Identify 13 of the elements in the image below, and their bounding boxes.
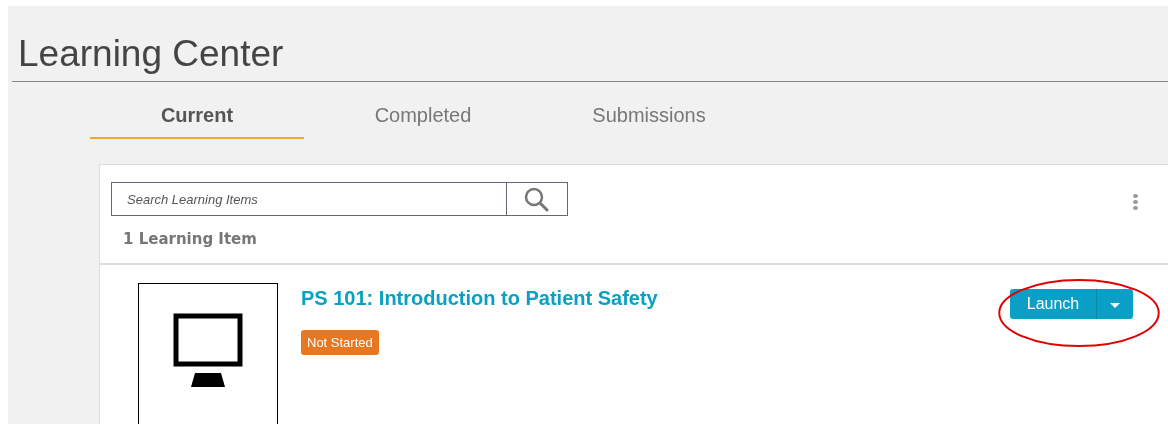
search-field[interactable]: Search Learning Items [111, 182, 506, 216]
tab[interactable]: Completed [316, 82, 530, 139]
page-title: Learning Center [17, 32, 285, 76]
course-title-link[interactable]: PS 101: Introduction to Patient Safety [301, 287, 658, 310]
tab[interactable]: Current [90, 82, 304, 139]
tab[interactable]: Submissions [542, 82, 756, 139]
status-badge: Not Started [301, 330, 379, 355]
dropdown-button[interactable] [1096, 289, 1133, 319]
search-icon [523, 186, 551, 212]
launch-button[interactable]: Launch [1010, 289, 1096, 319]
caret-icon [1110, 302, 1120, 309]
search-button[interactable] [506, 182, 568, 216]
item-count: 1 Learning Item [100, 216, 1168, 265]
